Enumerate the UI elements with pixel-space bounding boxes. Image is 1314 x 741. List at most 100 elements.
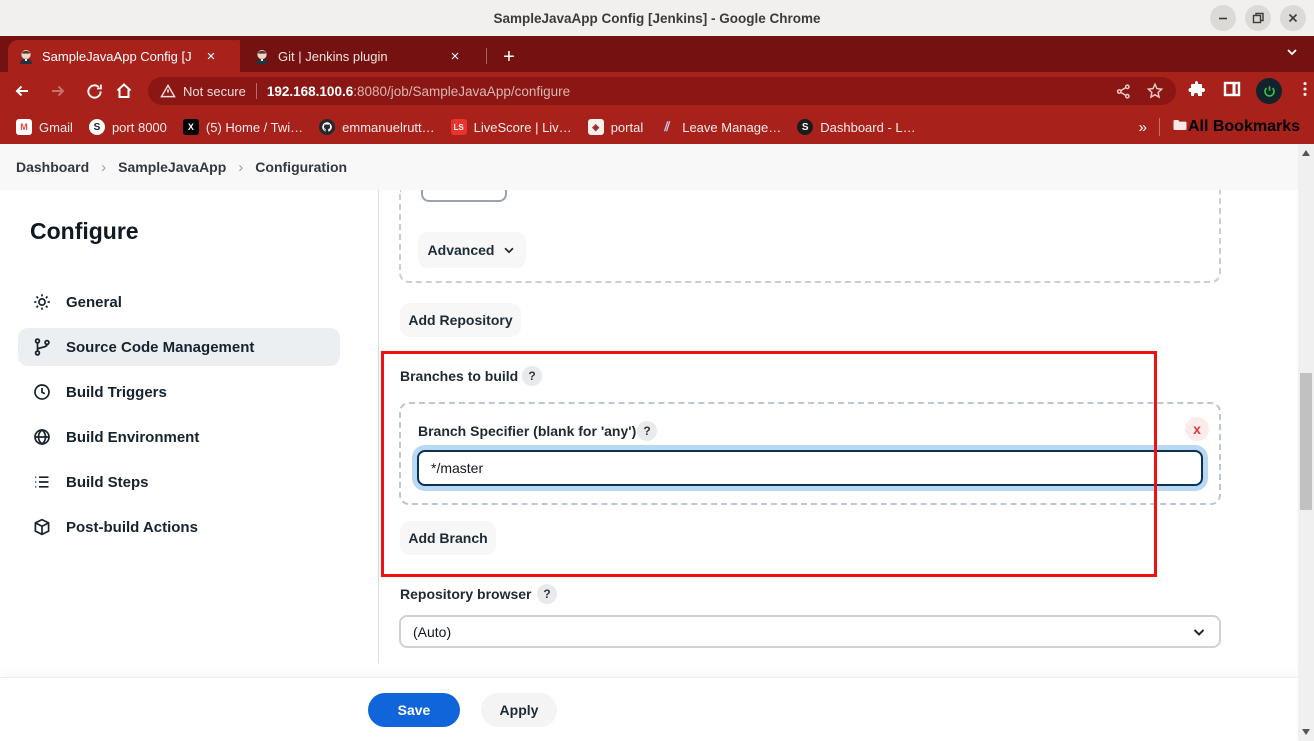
breadcrumb-configuration[interactable]: Configuration bbox=[255, 159, 347, 175]
github-icon bbox=[319, 119, 335, 135]
save-button[interactable]: Save bbox=[368, 693, 460, 727]
help-button-branches[interactable]: ? bbox=[522, 366, 542, 386]
side-panel-icon[interactable] bbox=[1222, 79, 1242, 104]
repository-browser-label: Repository browser bbox=[400, 586, 531, 602]
profile-avatar[interactable] bbox=[1256, 78, 1282, 104]
bookmark-leave-management[interactable]: ⫽ Leave Manage… bbox=[659, 119, 781, 135]
sidebar-item-build-environment[interactable]: Build Environment bbox=[18, 418, 340, 456]
breadcrumb-samplejavaapp[interactable]: SampleJavaApp bbox=[118, 159, 226, 175]
jenkins-configure-page: Dashboard › SampleJavaApp › Configuratio… bbox=[0, 144, 1314, 741]
clock-icon bbox=[32, 382, 52, 402]
warning-triangle-icon[interactable] bbox=[160, 83, 176, 99]
globe-icon: S bbox=[797, 119, 813, 135]
minimize-icon bbox=[1216, 11, 1230, 25]
window-controls bbox=[1210, 5, 1306, 31]
window-titlebar: SampleJavaApp Config [Jenkins] - Google … bbox=[0, 0, 1314, 36]
link-icon: ⫽ bbox=[659, 119, 675, 135]
folder-icon bbox=[1172, 117, 1188, 133]
new-tab-button[interactable]: + bbox=[496, 44, 522, 70]
gear-icon bbox=[32, 292, 52, 312]
reload-button[interactable] bbox=[80, 77, 108, 105]
close-icon bbox=[1286, 11, 1300, 25]
branch-specifier-label: Branch Specifier (blank for 'any') bbox=[418, 423, 636, 439]
forward-button[interactable] bbox=[44, 77, 72, 105]
all-bookmarks-button[interactable]: All Bookmarks bbox=[1172, 117, 1300, 138]
globe-icon bbox=[32, 427, 52, 447]
branch-specifier-input[interactable] bbox=[417, 450, 1203, 486]
url-path: :8080/job/SampleJavaApp/configure bbox=[353, 84, 570, 99]
vertical-scrollbar[interactable] bbox=[1298, 144, 1314, 741]
bookmark-port-8000[interactable]: S port 8000 bbox=[89, 119, 167, 135]
sidebar-item-source-code-management[interactable]: Source Code Management bbox=[18, 328, 340, 366]
toolbar-right-actions bbox=[1188, 78, 1314, 104]
restore-icon bbox=[1251, 11, 1265, 25]
help-button-branch-specifier[interactable]: ? bbox=[637, 421, 657, 441]
apply-button[interactable]: Apply bbox=[481, 693, 557, 727]
gmail-icon: M bbox=[16, 119, 32, 135]
add-branch-button[interactable]: Add Branch bbox=[400, 521, 496, 555]
chevron-right-icon: › bbox=[101, 159, 106, 176]
scrollbar-thumb[interactable] bbox=[1300, 373, 1312, 510]
address-bar[interactable]: Not secure 192.168.100.6 :8080/job/Sampl… bbox=[148, 77, 1176, 105]
maximize-button[interactable] bbox=[1245, 5, 1271, 31]
bookmarks-bar: M Gmail S port 8000 X (5) Home / Twi… em… bbox=[0, 110, 1314, 144]
tab-close-icon[interactable]: × bbox=[446, 47, 464, 65]
jenkins-favicon bbox=[18, 48, 34, 64]
bookmark-star-icon[interactable] bbox=[1146, 82, 1164, 100]
livescore-icon: LS bbox=[451, 119, 467, 135]
share-icon[interactable] bbox=[1115, 83, 1132, 100]
advanced-button[interactable]: Advanced bbox=[418, 232, 526, 268]
scroll-down-arrow-icon[interactable] bbox=[1298, 725, 1314, 739]
browser-toolbar: Not secure 192.168.100.6 :8080/job/Sampl… bbox=[0, 72, 1314, 110]
sidebar-item-build-triggers[interactable]: Build Triggers bbox=[18, 373, 340, 411]
bookmark-twitter-home[interactable]: X (5) Home / Twi… bbox=[183, 119, 303, 135]
bottom-app-bar: Save Apply bbox=[0, 678, 1298, 741]
security-label[interactable]: Not secure bbox=[183, 84, 246, 99]
extensions-puzzle-icon[interactable] bbox=[1188, 79, 1208, 104]
branches-to-build-label: Branches to build bbox=[400, 368, 518, 384]
tab-strip: SampleJavaApp Config [J × Git | Jenkins … bbox=[0, 36, 1314, 72]
chevron-down-icon bbox=[1191, 624, 1207, 640]
add-repository-button[interactable]: Add Repository bbox=[400, 303, 521, 337]
jenkins-favicon bbox=[254, 48, 270, 64]
bookmark-livescore[interactable]: LS LiveScore | Liv… bbox=[451, 119, 572, 135]
branch-icon bbox=[32, 337, 52, 357]
chevron-down-icon bbox=[502, 243, 516, 257]
close-button[interactable] bbox=[1280, 5, 1306, 31]
portal-icon: ◈ bbox=[588, 119, 604, 135]
tab-title-fade bbox=[218, 40, 240, 72]
bookmark-gmail[interactable]: M Gmail bbox=[16, 119, 73, 135]
package-icon bbox=[32, 517, 52, 537]
tab-git-jenkins-plugin[interactable]: Git | Jenkins plugin × bbox=[244, 40, 482, 72]
content-divider bbox=[378, 190, 379, 663]
sidebar-item-build-steps[interactable]: Build Steps bbox=[18, 463, 340, 501]
sidebar-item-post-build-actions[interactable]: Post-build Actions bbox=[18, 508, 340, 546]
tab-samplejavaapp-config[interactable]: SampleJavaApp Config [J × bbox=[8, 40, 240, 72]
chevron-right-icon: › bbox=[238, 159, 243, 176]
page-title: Configure bbox=[30, 218, 139, 245]
repository-browser-select[interactable]: (Auto) bbox=[399, 615, 1221, 648]
help-button-repository-browser[interactable]: ? bbox=[537, 584, 557, 604]
back-button[interactable] bbox=[8, 77, 36, 105]
tab-search-chevron-icon[interactable] bbox=[1284, 44, 1300, 65]
selected-option: (Auto) bbox=[413, 624, 1191, 640]
x-icon: X bbox=[183, 119, 199, 135]
bookmark-portal[interactable]: ◈ portal bbox=[588, 119, 644, 135]
window-title: SampleJavaApp Config [Jenkins] - Google … bbox=[493, 11, 820, 26]
url-separator bbox=[256, 83, 257, 99]
sidebar-item-general[interactable]: General bbox=[18, 283, 340, 321]
breadcrumb: Dashboard › SampleJavaApp › Configuratio… bbox=[0, 144, 1298, 190]
tab-divider bbox=[486, 48, 487, 64]
url-host: 192.168.100.6 bbox=[267, 84, 353, 99]
list-icon bbox=[32, 472, 52, 492]
menu-dots-icon[interactable] bbox=[1296, 80, 1314, 103]
bookmark-dashboard[interactable]: S Dashboard - L… bbox=[797, 119, 915, 135]
scroll-up-arrow-icon[interactable] bbox=[1298, 146, 1314, 160]
home-button[interactable] bbox=[110, 77, 138, 105]
bookmarks-overflow-button[interactable]: » bbox=[1139, 119, 1147, 136]
delete-branch-button[interactable]: x bbox=[1185, 417, 1209, 441]
breadcrumb-dashboard[interactable]: Dashboard bbox=[16, 159, 89, 175]
bookmarks-divider bbox=[1159, 118, 1160, 136]
bookmark-github-profile[interactable]: emmanuelrutt… bbox=[319, 119, 434, 135]
minimize-button[interactable] bbox=[1210, 5, 1236, 31]
